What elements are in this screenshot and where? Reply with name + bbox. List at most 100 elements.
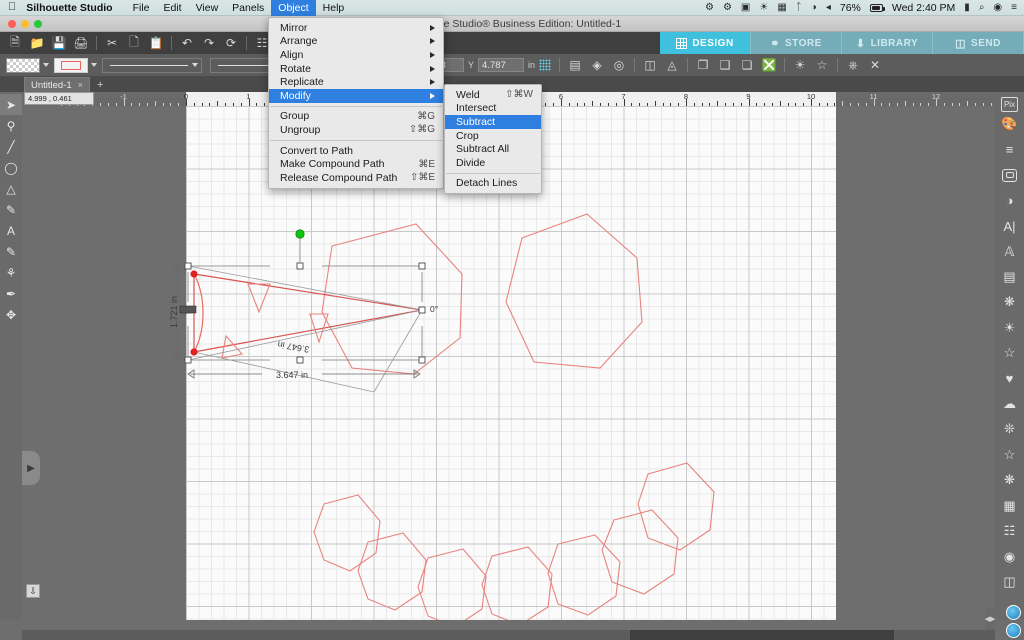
polygon-tool[interactable]: △ [0,178,22,199]
offset-panel[interactable]: ☆ [995,442,1024,467]
color-palette-panel[interactable]: 🎨 [995,112,1024,137]
library-panel[interactable]: ♥ [995,366,1024,391]
stipple-panel[interactable]: ❋ [995,468,1024,493]
object-menu-item-modify[interactable]: Modify [269,88,443,103]
draw-pencil-tool[interactable]: ✎ [0,199,22,220]
fill-opacity-panel[interactable]: ◑ [995,188,1024,213]
center-point-icon[interactable]: ◈ [586,54,608,76]
menu-file[interactable]: File [126,0,157,16]
gear-icon[interactable]: ⚙ [723,2,732,13]
y-field[interactable]: 4.787 [478,58,525,72]
zoom-in-button[interactable] [1006,605,1021,620]
apple-icon[interactable]:  [8,2,16,13]
line-style-dropdown[interactable] [102,57,202,73]
modify-menu-item-subtract[interactable]: Subtract [445,115,541,129]
align-panel[interactable]: ▤ [995,264,1024,289]
save-icon[interactable]: 💾 [48,32,70,54]
arrange-front-icon[interactable]: ❐ [692,54,714,76]
sketch-star-panel[interactable]: ☆ [995,341,1024,366]
volume-icon[interactable]: ◂ [826,2,831,13]
copy-icon[interactable]: 🗋 [123,32,145,54]
modify-submenu[interactable]: Weld ⇧⌘W Intersect Subtract Crop Subtract All… [444,84,542,195]
scroll-arrows[interactable]: ◀▶ [985,608,995,630]
fill-color-swatch[interactable] [6,57,40,73]
clock[interactable]: Wed 2:40 PM [892,2,955,14]
new-tab-button[interactable]: + [97,79,103,91]
redo-icon[interactable]: ↷ [198,32,220,54]
pixscan-panel[interactable]: Pix [1001,97,1018,112]
eraser-tool[interactable]: ✎ [0,241,22,262]
tab-design[interactable]: DESIGN [660,32,751,54]
menu-object[interactable]: Object [271,0,316,16]
us-flag-icon[interactable]: ▮ [964,2,970,13]
horizontal-scrollbar-thumb[interactable] [630,630,894,640]
bluetooth-icon[interactable]: ᛏ [796,2,802,13]
object-menu-item-mirror[interactable]: Mirror [269,21,443,35]
menu-view[interactable]: View [189,0,226,16]
shadow-panel[interactable]: ☀ [995,315,1024,340]
delete-x-icon[interactable]: ✕ [864,54,886,76]
sticker-panel[interactable]: ☁ [995,391,1024,416]
arrange-backward-icon[interactable]: ❎ [758,54,780,76]
object-dropdown-menu[interactable]: Mirror Arrange Align Rotate Replicate Modify G… [268,17,444,189]
object-menu-item-make-compound-path[interactable]: Make Compound Path ⌘E [269,157,443,171]
undo-icon[interactable]: ↶ [176,32,198,54]
snap-grid-icon[interactable] [539,59,552,71]
object-menu-item-rotate[interactable]: Rotate [269,62,443,76]
paste-icon[interactable]: 📋 [145,32,167,54]
modify-menu-item-weld[interactable]: Weld ⇧⌘W [445,88,541,102]
fill-chevron-down-icon[interactable] [43,63,49,67]
notification-center-icon[interactable]: ≡ [1011,2,1017,13]
knife-panel[interactable]: ☷ [995,518,1024,543]
battery-icon[interactable] [869,3,885,12]
object-menu-item-replicate[interactable]: Replicate [269,75,443,89]
modify-menu-item-intersect[interactable]: Intersect [445,102,541,116]
warp-panel[interactable]: ◫ [995,569,1024,594]
arrange-forward-icon[interactable]: ❑ [714,54,736,76]
display-icon[interactable]: ▦ [777,2,786,13]
cut-scissors-icon[interactable]: ✂ [101,32,123,54]
group-icon[interactable]: ◫ [639,54,661,76]
menu-edit[interactable]: Edit [157,0,189,16]
weld-icon[interactable]: ☀ [789,54,811,76]
modify-subtract-icon[interactable]: ⎈ [842,54,864,76]
wifi-icon[interactable]: ◑ [811,2,817,13]
ellipse-tool[interactable]: ◯ [0,157,22,178]
line-tool[interactable]: ╱ [0,136,22,157]
tab-store[interactable]: ⚭ STORE [751,32,842,54]
modify-menu-item-crop[interactable]: Crop [445,129,541,143]
zoom-out-button[interactable] [1006,623,1021,638]
object-menu-item-arrange[interactable]: Arrange [269,35,443,49]
line-color-swatch[interactable] [54,57,88,73]
star-shape-icon[interactable]: ☆ [811,54,833,76]
menu-help[interactable]: Help [316,0,352,16]
document-tab[interactable]: Untitled-1 × [24,77,90,92]
arrange-back-icon[interactable]: ❏ [736,54,758,76]
rhinestone-panel[interactable]: ❊ [995,417,1024,442]
spotlight-search-icon[interactable]: ⌕ [979,2,985,13]
pen-tool[interactable]: ✒ [0,283,22,304]
image-effects-panel[interactable]: ▦ [995,493,1024,518]
modify-menu-item-subtract-all[interactable]: Subtract All [445,142,541,156]
page-collapse-button[interactable]: ⇩ [26,584,40,598]
dropbox-icon[interactable]: ⚙ [705,2,714,13]
refresh-icon[interactable]: ⟳ [220,32,242,54]
edit-points-tool[interactable]: ⚲ [0,115,22,136]
cloud-sync-icon[interactable]: ☀ [759,2,768,13]
object-menu-item-align[interactable]: Align [269,48,443,62]
trace-panel[interactable]: ❋ [995,290,1024,315]
screenflow-icon[interactable]: ▣ [741,2,750,13]
panel-expand-left-button[interactable]: ▶ [22,451,40,485]
text-tool[interactable]: A [0,220,22,241]
page-setup-panel[interactable] [995,163,1024,188]
open-folder-icon[interactable]: 📁 [26,32,48,54]
object-menu-item-group[interactable]: Group ⌘G [269,110,443,124]
modify-panel[interactable]: ◉ [995,544,1024,569]
menu-panels[interactable]: Panels [225,0,271,16]
modify-menu-item-detach-lines[interactable]: Detach Lines [445,177,541,191]
text-style-panel[interactable]: A| [995,213,1024,238]
modify-menu-item-divide[interactable]: Divide [445,156,541,170]
object-menu-item-release-compound-path[interactable]: Release Compound Path ⇧⌘E [269,171,443,185]
eyedropper-tool[interactable]: ✥ [0,304,22,325]
registration-target-icon[interactable]: ◎ [608,54,630,76]
